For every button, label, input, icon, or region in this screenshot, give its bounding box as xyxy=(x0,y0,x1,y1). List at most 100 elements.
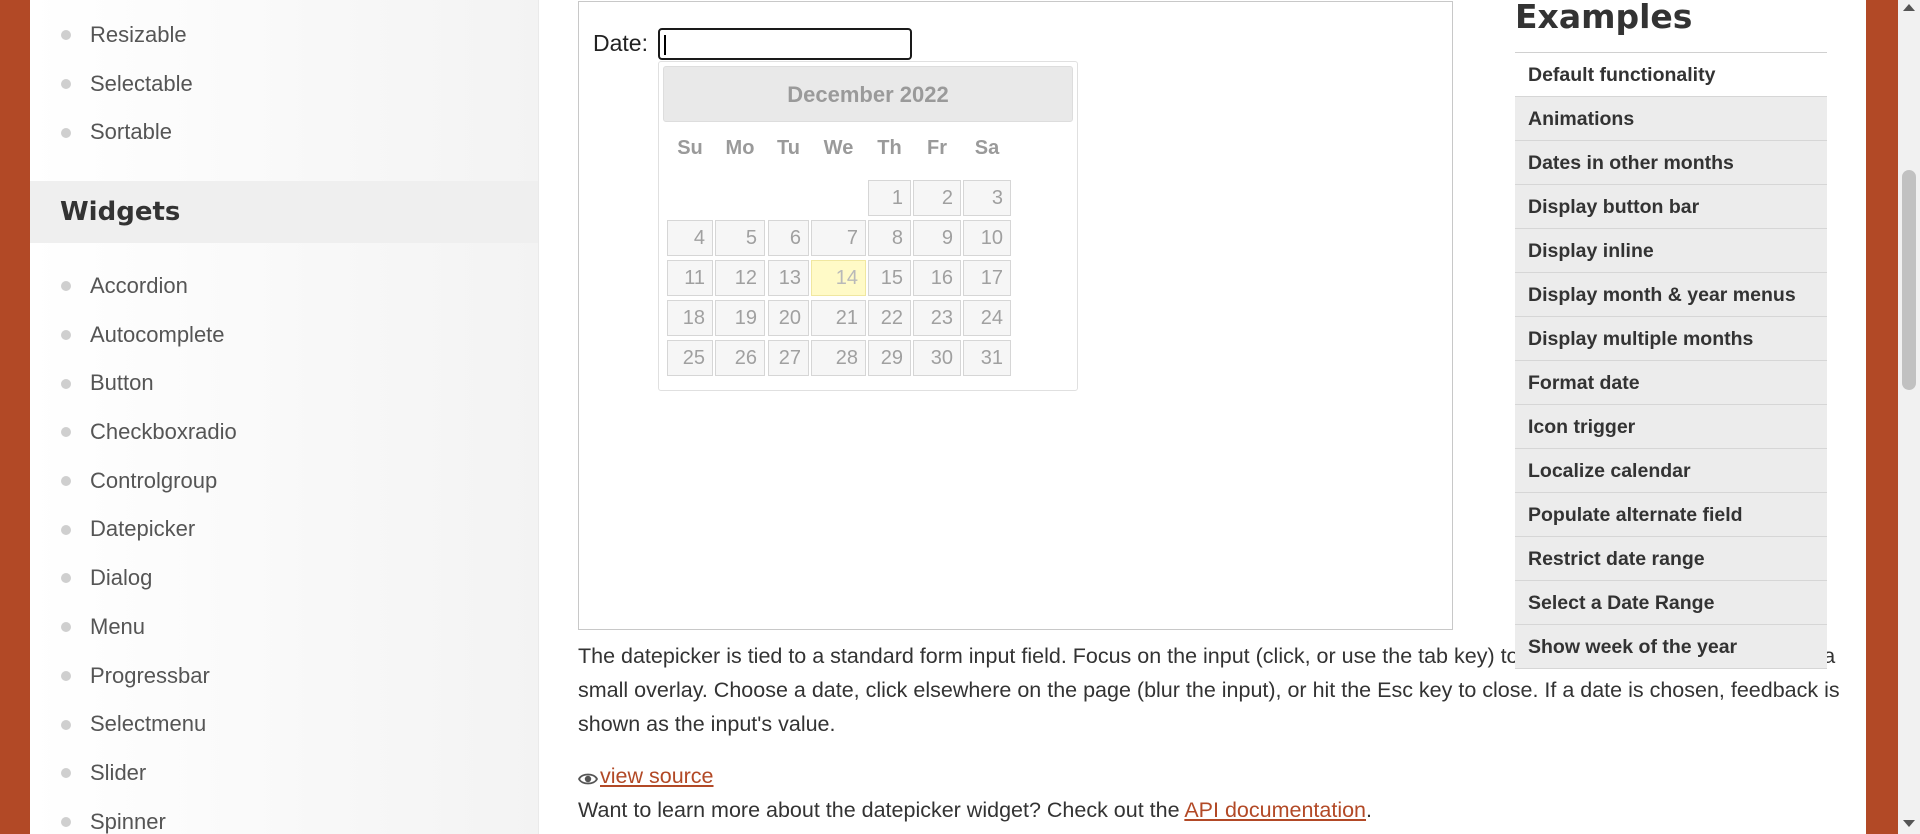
bullet-icon xyxy=(61,30,71,41)
view-source-link[interactable]: view source xyxy=(577,764,714,792)
weekday-header: Tu xyxy=(777,137,800,159)
learn-more-prefix: Want to learn more about the datepicker … xyxy=(578,798,1185,822)
calendar-day[interactable]: 8 xyxy=(868,220,911,256)
learn-more-suffix: . xyxy=(1366,798,1372,822)
scroll-down-arrow-icon[interactable] xyxy=(1903,820,1915,827)
bullet-icon xyxy=(61,622,71,633)
example-link[interactable]: Dates in other months xyxy=(1515,141,1827,185)
calendar-day[interactable]: 21 xyxy=(811,300,866,336)
sidebar-item-button[interactable]: Button xyxy=(30,359,538,408)
sidebar-item-label: Autocomplete xyxy=(90,321,225,347)
example-link[interactable]: Icon trigger xyxy=(1515,405,1827,449)
calendar-day[interactable]: 24 xyxy=(963,300,1011,336)
example-link[interactable]: Localize calendar xyxy=(1515,449,1827,493)
sidebar-item-resizable[interactable]: Resizable xyxy=(30,11,538,60)
sidebar-item-label: Datepicker xyxy=(90,516,196,542)
calendar-day[interactable]: 16 xyxy=(913,260,961,296)
calendar-day[interactable]: 15 xyxy=(868,260,911,296)
sidebar-item-spinner[interactable]: Spinner xyxy=(30,798,538,834)
calendar-day-today[interactable]: 14 xyxy=(811,260,866,296)
calendar-day[interactable]: 28 xyxy=(811,340,866,376)
calendar-day[interactable]: 13 xyxy=(768,260,809,296)
calendar-day[interactable]: 31 xyxy=(963,340,1011,376)
sidebar-item-menu[interactable]: Menu xyxy=(30,603,538,652)
sidebar-item-label: Sortable xyxy=(90,119,172,145)
calendar-day[interactable]: 27 xyxy=(768,340,809,376)
example-link[interactable]: Display button bar xyxy=(1515,185,1827,229)
example-link[interactable]: Animations xyxy=(1515,97,1827,141)
calendar-day[interactable]: 23 xyxy=(913,300,961,336)
scroll-thumb[interactable] xyxy=(1902,170,1916,390)
interactions-list: Resizable Selectable Sortable xyxy=(30,11,538,157)
bullet-icon xyxy=(61,476,71,487)
sidebar-item-label: Slider xyxy=(90,759,147,785)
weekday-header: Su xyxy=(677,137,703,159)
calendar-day[interactable]: 1 xyxy=(868,180,911,216)
bullet-icon xyxy=(61,670,71,681)
page-scrollbar[interactable] xyxy=(1898,0,1920,834)
example-link[interactable]: Display month & year menus xyxy=(1515,273,1827,317)
calendar-day[interactable]: 11 xyxy=(667,260,713,296)
example-link[interactable]: Select a Date Range xyxy=(1515,581,1827,625)
scroll-up-arrow-icon[interactable] xyxy=(1903,4,1915,11)
calendar-day[interactable]: 7 xyxy=(811,220,866,256)
sidebar-item-datepicker[interactable]: Datepicker xyxy=(30,505,538,554)
calendar-day[interactable]: 17 xyxy=(963,260,1011,296)
bullet-icon xyxy=(61,330,71,341)
sidebar-item-label: Checkboxradio xyxy=(90,419,237,445)
calendar-day[interactable]: 3 xyxy=(963,180,1011,216)
sidebar-item-label: Accordion xyxy=(90,273,188,298)
calendar-day[interactable]: 4 xyxy=(667,220,713,256)
learn-more-text: Want to learn more about the datepicker … xyxy=(578,798,1372,823)
bullet-icon xyxy=(61,524,71,535)
example-link[interactable]: Show week of the year xyxy=(1515,625,1827,669)
sidebar-item-selectmenu[interactable]: Selectmenu xyxy=(30,700,538,749)
calendar-day[interactable]: 5 xyxy=(715,220,765,256)
example-link[interactable]: Display multiple months xyxy=(1515,317,1827,361)
calendar-day[interactable]: 30 xyxy=(913,340,961,376)
sidebar-item-label: Controlgroup xyxy=(90,467,218,493)
calendar-day[interactable]: 18 xyxy=(667,300,713,336)
calendar-day[interactable]: 2 xyxy=(913,180,961,216)
example-link[interactable]: Format date xyxy=(1515,361,1827,405)
sidebar-item-slider[interactable]: Slider xyxy=(30,749,538,798)
weekday-header: Sa xyxy=(974,137,1000,159)
datepicker-month-title: December 2022 xyxy=(663,66,1073,122)
sidebar-item-selectable[interactable]: Selectable xyxy=(30,60,538,109)
calendar-day[interactable]: 26 xyxy=(715,340,765,376)
view-source-label: view source xyxy=(600,764,714,788)
sidebar-item-autocomplete[interactable]: Autocomplete xyxy=(30,311,538,360)
calendar-day[interactable]: 29 xyxy=(868,340,911,376)
example-link[interactable]: Restrict date range xyxy=(1515,537,1827,581)
example-link[interactable]: Default functionality xyxy=(1515,53,1827,97)
example-link[interactable]: Populate alternate field xyxy=(1515,493,1827,537)
api-documentation-link[interactable]: API documentation xyxy=(1184,798,1366,822)
widgets-heading: Widgets xyxy=(30,181,538,243)
sidebar-item-label: Selectable xyxy=(90,70,193,96)
calendar-day[interactable]: 12 xyxy=(715,260,765,296)
sidebar-item-label: Spinner xyxy=(90,808,166,834)
calendar-day[interactable]: 20 xyxy=(768,300,809,336)
calendar-day[interactable]: 22 xyxy=(868,300,911,336)
date-input[interactable] xyxy=(658,28,912,60)
sidebar-item-checkboxradio[interactable]: Checkboxradio xyxy=(30,408,538,457)
calendar-day[interactable]: 6 xyxy=(768,220,809,256)
page: Resizable Selectable Sortable Widgets Acco… xyxy=(30,0,1866,834)
sidebar-item-progressbar[interactable]: Progressbar xyxy=(30,652,538,701)
demo-frame: Date: December 2022 Su Mo Tu We Th Fr Sa 12345… xyxy=(578,1,1453,630)
bullet-icon xyxy=(61,816,71,827)
bullet-icon xyxy=(61,768,71,779)
bullet-icon xyxy=(61,719,71,730)
calendar-day[interactable]: 25 xyxy=(667,340,713,376)
sidebar-item-label: Resizable xyxy=(90,22,187,47)
calendar-day[interactable]: 10 xyxy=(963,220,1011,256)
text-cursor xyxy=(664,35,666,55)
weekday-header: We xyxy=(823,137,854,159)
example-link[interactable]: Display inline xyxy=(1515,229,1827,273)
sidebar-item-accordion[interactable]: Accordion xyxy=(30,262,538,311)
calendar-day[interactable]: 9 xyxy=(913,220,961,256)
sidebar-item-sortable[interactable]: Sortable xyxy=(30,108,538,157)
calendar-day[interactable]: 19 xyxy=(715,300,765,336)
sidebar-item-controlgroup[interactable]: Controlgroup xyxy=(30,457,538,506)
sidebar-item-dialog[interactable]: Dialog xyxy=(30,554,538,603)
